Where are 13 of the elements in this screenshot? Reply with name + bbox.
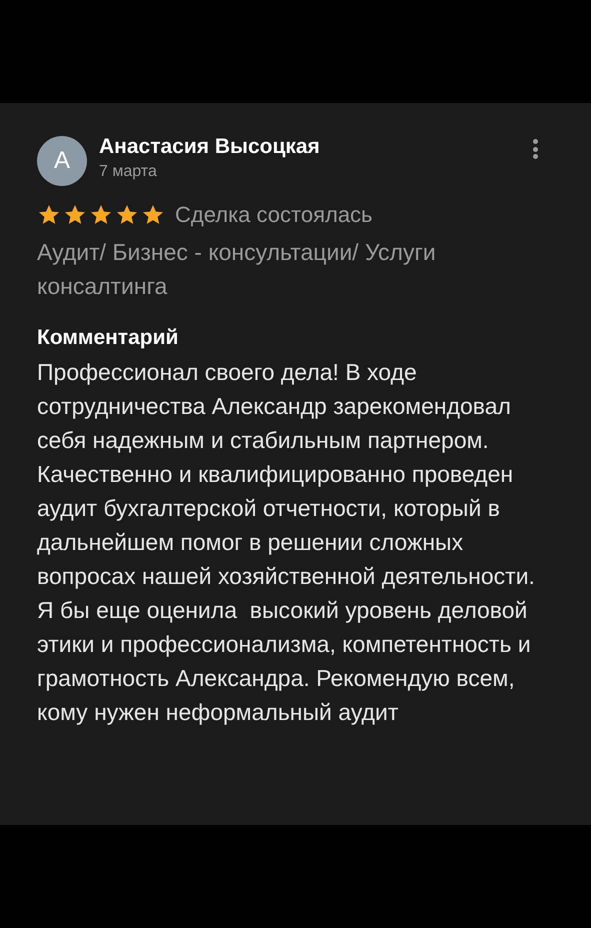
star-icon bbox=[89, 202, 113, 226]
deal-status: Сделка состоялась bbox=[175, 201, 373, 229]
star-icon bbox=[141, 202, 165, 226]
star-icon bbox=[115, 202, 139, 226]
star-icon bbox=[37, 202, 61, 226]
comment-heading: Комментарий bbox=[37, 325, 180, 351]
review-date: 7 марта bbox=[99, 162, 158, 182]
comment-text: Профессионал своего дела! В ходе сотрудничества Александр зарекомендовал себя надежным и стабильным партнером. Качественно и квалифицированно проведен аудит бухгалтерской отчетности, который в дальнейшем помог в решении сложных вопросах нашей хозяйственной деятельности. bbox=[37, 358, 536, 591]
star-icon bbox=[63, 202, 87, 226]
author-name: Анастасия Высоцкая bbox=[99, 134, 321, 160]
service-category: Аудит/ Бизнес - консультации/ Услуги консалтинга bbox=[37, 238, 437, 301]
comment-text: Я бы еще оценила высокий уровень деловой этики и профессионализма, компетентность и грамотность Александра. Рекомендую всем, кому нужен неформальный аудит bbox=[37, 596, 532, 727]
avatar: А bbox=[37, 136, 87, 186]
